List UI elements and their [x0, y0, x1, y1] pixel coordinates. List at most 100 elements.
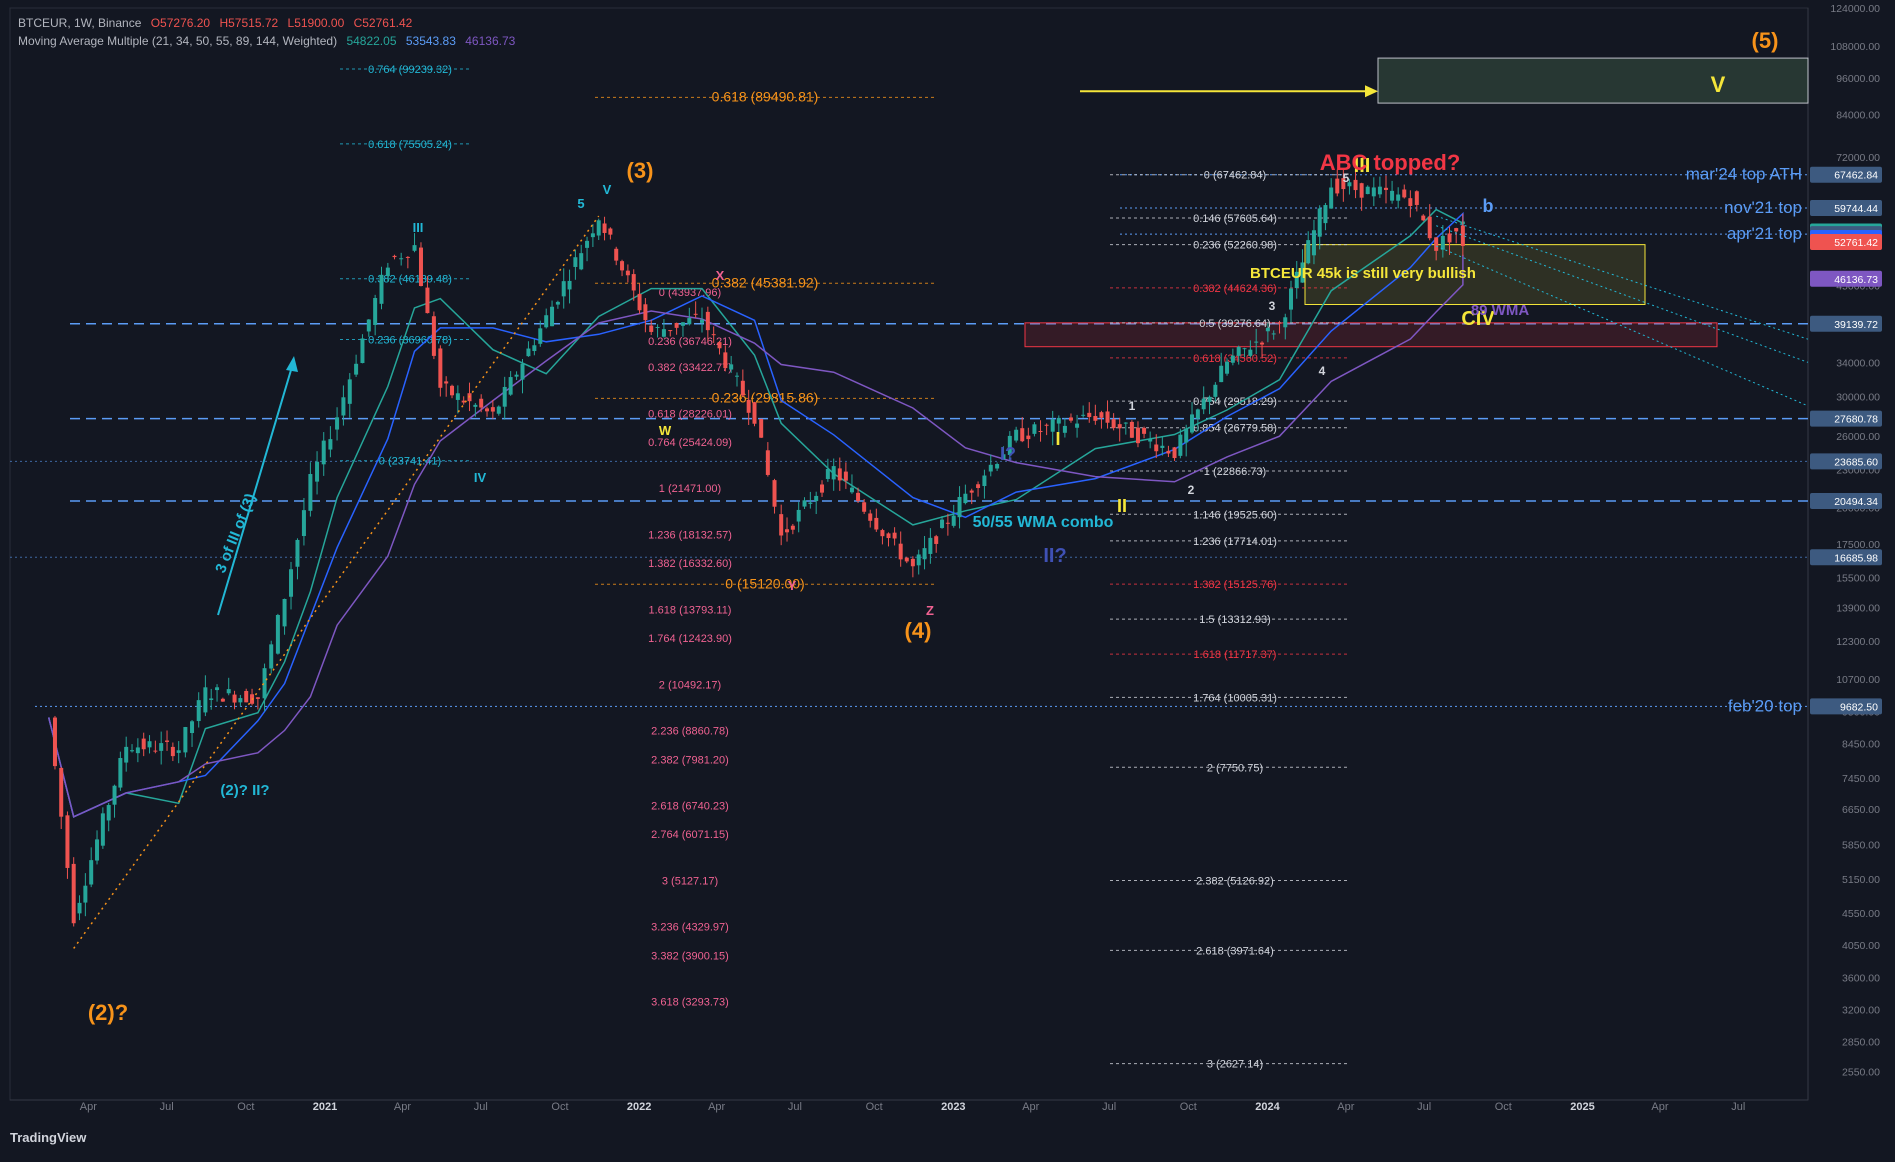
candle-body [765, 450, 770, 475]
candle-body [1335, 178, 1340, 194]
x-tick-label: 2025 [1570, 1101, 1594, 1113]
candle-body [711, 334, 716, 336]
fib-label: 3.382 (3900.15) [651, 950, 729, 962]
wave-annotation: (4) [905, 618, 932, 643]
x-tick-label: Apr [708, 1101, 725, 1113]
trend-dotted-line [73, 215, 600, 949]
wave-annotation: 1 [1129, 399, 1136, 413]
candle-body [1213, 384, 1218, 397]
candle-body [328, 439, 333, 450]
x-tick-label: Jul [1731, 1101, 1745, 1113]
candle-body [1068, 417, 1073, 421]
candle-body [602, 223, 607, 233]
candle-body [1353, 179, 1358, 191]
fib-label: 0 (23741.41) [379, 456, 441, 468]
x-tick-label: Jul [160, 1101, 174, 1113]
candle-body [209, 698, 214, 701]
x-tick-label: Jul [788, 1101, 802, 1113]
candle-body [1135, 427, 1140, 444]
candle-body [856, 492, 861, 501]
candle-body [1242, 348, 1247, 350]
candle-body [661, 329, 666, 337]
candle-body [620, 261, 625, 271]
wave-annotation: (2)? [88, 1000, 128, 1025]
candle-body [59, 768, 64, 817]
candle-body [772, 480, 777, 507]
candle-body [315, 461, 320, 482]
target-arrow-head [1365, 85, 1378, 98]
wave-annotation: 4 [1319, 364, 1326, 378]
candle-body [1260, 342, 1265, 345]
fib-label: 0.236 (36960.78) [368, 334, 452, 346]
candle-body [1317, 208, 1322, 237]
candle-body [1447, 233, 1452, 243]
candle-body [289, 569, 294, 597]
candle-body [940, 519, 945, 528]
candle-body [1390, 190, 1395, 201]
fib-label: 1.618 (13793.11) [649, 604, 732, 616]
candle-body [1184, 428, 1189, 443]
candle-body [1329, 187, 1334, 209]
tradingview-logo[interactable]: TradingView [10, 1130, 86, 1145]
candle-body [561, 281, 566, 297]
x-tick-label: Apr [80, 1101, 97, 1113]
candle-body [1365, 186, 1370, 195]
candle-body [1306, 240, 1311, 264]
candle-body [1142, 427, 1147, 434]
candle-body [112, 785, 117, 805]
fib-label: 1 (21471.00) [659, 483, 721, 495]
wave-annotation: X [716, 268, 725, 283]
candle-body [631, 274, 636, 291]
candle-body [1396, 194, 1401, 201]
candle-body [366, 319, 371, 332]
candle-body [1148, 438, 1153, 442]
fib-label: 2.618 (3971.64) [1196, 945, 1274, 957]
wave-annotation: 50/55 WMA combo [973, 514, 1114, 531]
x-tick-label: Jul [1102, 1101, 1116, 1113]
candle-body [831, 466, 836, 480]
fib-label: 0.146 (57605.64) [1193, 213, 1277, 225]
candle-body [1277, 322, 1282, 324]
candle-body [238, 698, 243, 703]
y-tick-label: 7450.00 [1842, 773, 1880, 785]
wave-annotation: b [1483, 196, 1494, 216]
candle-body [573, 257, 578, 267]
fib-label: 1.236 (18132.57) [648, 530, 732, 542]
candle-body [740, 380, 745, 396]
chart-svg[interactable]: 124000.00 108000.00 96000.00 84000.00 72000.… [0, 0, 1895, 1157]
candle-body [244, 690, 249, 703]
wave-annotation: IV [474, 470, 487, 485]
candle-body [1093, 416, 1098, 421]
candle-body [341, 397, 346, 416]
fib-label: 1.382 (16332.60) [648, 558, 732, 570]
candle-body [124, 746, 129, 763]
candle-body [176, 750, 181, 753]
candle-body [83, 885, 88, 903]
indicator-header[interactable]: Moving Average Multiple (21, 34, 50, 55,… [18, 34, 521, 48]
wave-annotation: (2)? II? [220, 782, 269, 799]
x-tick-label: Oct [866, 1101, 883, 1113]
chart[interactable]: 124000.00 108000.00 96000.00 84000.00 72000.… [0, 0, 1895, 1157]
candle-body [526, 348, 531, 357]
price-badge-label: 39139.72 [1834, 319, 1878, 331]
x-tick-label: Oct [551, 1101, 568, 1113]
candle-body [825, 469, 830, 479]
candle-body [203, 687, 208, 713]
support-zone [1024, 322, 1718, 348]
candle-body [843, 471, 848, 481]
wave-annotation: V [1711, 72, 1726, 97]
target-zone-v [1377, 57, 1809, 104]
candle-body [1166, 450, 1171, 454]
candle-body [444, 381, 449, 384]
candle-body [988, 464, 993, 472]
candle-body [335, 417, 340, 430]
candle-body [729, 364, 734, 370]
candle-body [1044, 424, 1049, 426]
candle-body [190, 721, 195, 734]
candle-body [1408, 198, 1413, 206]
candle-body [100, 813, 105, 846]
fib-label: 0.382 (44624.36) [1193, 283, 1277, 295]
level-label: mar'24 top ATH [1686, 165, 1802, 184]
wave-annotation: 89 WMA [1471, 302, 1530, 319]
level-label: feb'20 top [1728, 696, 1802, 715]
